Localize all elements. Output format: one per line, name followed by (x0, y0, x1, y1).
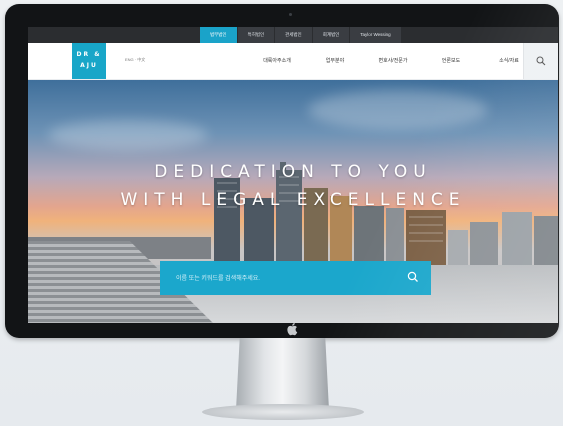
top-utility-bar: 법무법인 특허법인 관세법인 회계법인 Taylor Wessing (28, 27, 558, 43)
logo-line2: AJU (80, 62, 98, 69)
firm-tabs: 법무법인 특허법인 관세법인 회계법인 Taylor Wessing (200, 27, 402, 43)
nav-item-about[interactable]: 대륙아주소개 (248, 43, 306, 79)
logo-line1: DR & (76, 51, 102, 58)
hero-search-bar (160, 261, 431, 295)
tab-accounting-firm[interactable]: 회계법인 (312, 27, 351, 43)
hero-search-input[interactable] (174, 270, 398, 288)
tab-customs-firm[interactable]: 관세법인 (275, 27, 313, 43)
nav-item-practice[interactable]: 업무분야 (306, 43, 364, 79)
site-logo[interactable]: DR & AJU (72, 43, 106, 79)
search-icon (536, 56, 546, 66)
monitor-stand-neck (236, 338, 329, 410)
search-icon[interactable] (407, 271, 419, 283)
hero-banner: DEDICATION TO YOU WITH LEGAL EXCELLENCE (28, 80, 558, 323)
camera-dot (289, 13, 292, 16)
apple-logo-icon (287, 323, 298, 336)
hero-headline-line1: DEDICATION TO YOU (154, 162, 432, 182)
monitor-bezel: 법무법인 특허법인 관세법인 회계법인 Taylor Wessing DR & … (5, 4, 559, 338)
tab-patent-firm[interactable]: 특허법인 (237, 27, 276, 43)
main-nav: 대륙아주소개 업무분야 변호사/전문가 언론보도 소식/자료 (248, 43, 538, 79)
nav-item-people[interactable]: 변호사/전문가 (364, 43, 422, 79)
header-search-button[interactable] (523, 43, 558, 79)
tab-taylor-wessing[interactable]: Taylor Wessing (350, 27, 402, 43)
nav-item-press[interactable]: 언론보도 (422, 43, 480, 79)
tab-law-firm[interactable]: 법무법인 (200, 27, 238, 43)
screen: 법무법인 특허법인 관세법인 회계법인 Taylor Wessing DR & … (28, 27, 558, 323)
language-switch[interactable]: ENG · 中文 (125, 57, 145, 63)
site-header: DR & AJU ENG · 中文 대륙아주소개 업무분야 변호사/전문가 언론… (28, 43, 558, 80)
monitor-stand-base (202, 404, 364, 420)
hero-headline-line2: WITH LEGAL EXCELLENCE (120, 190, 466, 210)
